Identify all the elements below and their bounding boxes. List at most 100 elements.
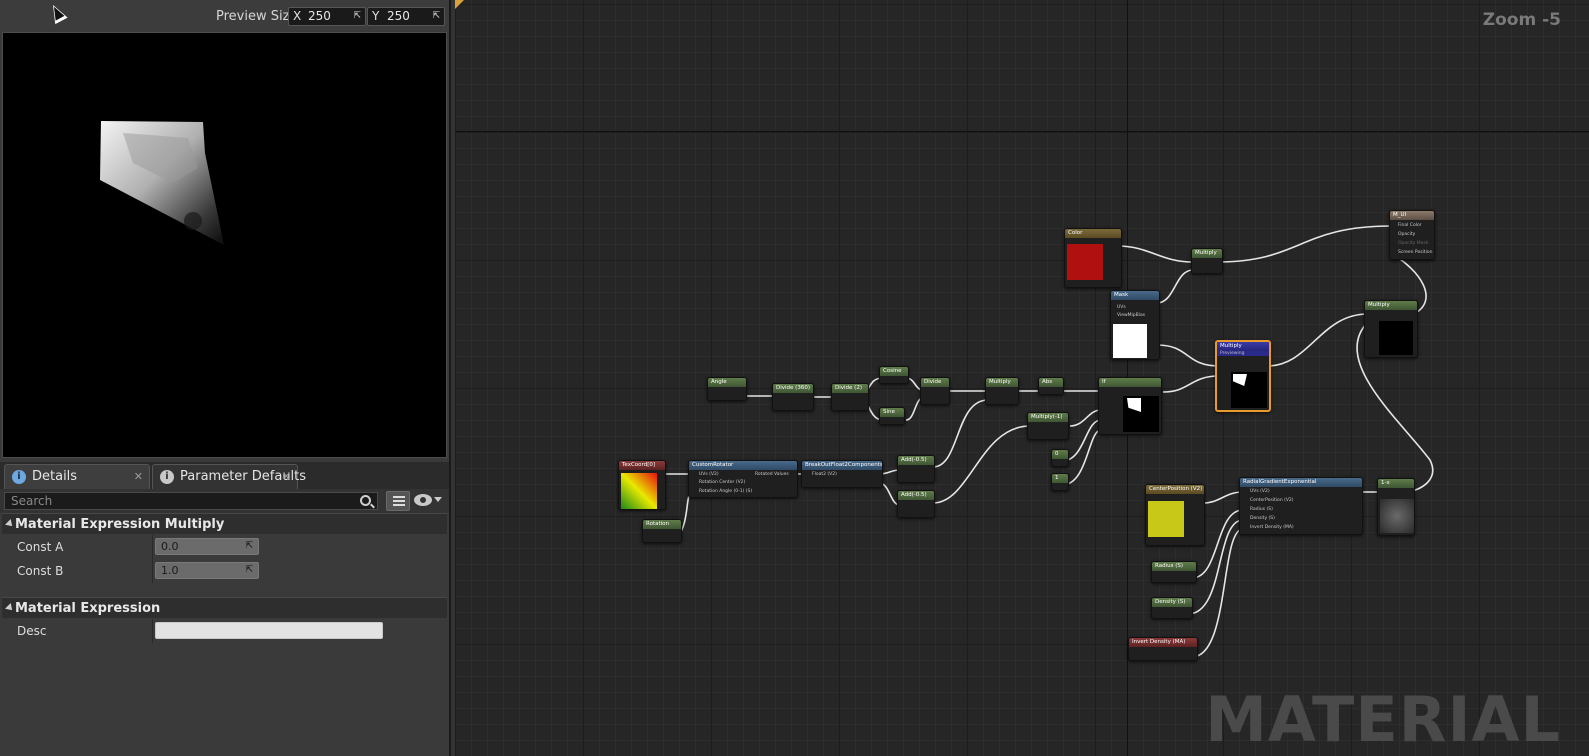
node-multiply-right[interactable]: Multiply xyxy=(1364,300,1418,358)
const-a-value: 0.0 xyxy=(161,540,179,553)
node-abs[interactable]: Abs xyxy=(1038,377,1064,395)
pin-label[interactable]: UVs (V2) xyxy=(699,472,719,477)
pin-label[interactable]: UVs xyxy=(1117,305,1126,310)
node-divide[interactable]: Divide xyxy=(920,377,950,405)
node-breakout-float2[interactable]: BreakOutFloat2Components Float2 (V2) xyxy=(801,460,883,488)
spin-arrows-icon[interactable]: ⇱ xyxy=(353,11,361,21)
pin-opacity[interactable]: Opacity xyxy=(1398,232,1415,237)
material-graph-canvas[interactable] xyxy=(455,0,1589,756)
desc-field[interactable] xyxy=(155,622,383,639)
graph-corner-marker xyxy=(455,0,464,9)
search-row: Search xyxy=(0,489,449,513)
pin-label[interactable]: Density (S) xyxy=(1250,516,1275,521)
pin-label[interactable]: Rotation Center (V2) xyxy=(699,480,745,485)
column-divider[interactable] xyxy=(152,619,153,643)
node-add-b[interactable]: Add(-0.5) xyxy=(897,490,935,518)
preview-size-x-field[interactable]: X 250 ⇱ xyxy=(288,7,366,26)
preview-size-x-value[interactable]: 250 xyxy=(306,9,346,24)
tab-details-label: Details xyxy=(32,469,78,484)
chevron-down-icon[interactable] xyxy=(434,497,442,502)
category-material-expression-multiply[interactable]: Material Expression Multiply xyxy=(2,513,447,534)
node-title: Multiply xyxy=(1217,342,1269,351)
column-divider[interactable] xyxy=(152,559,153,583)
node-rotation[interactable]: Rotation xyxy=(642,519,682,543)
eye-icon[interactable] xyxy=(414,494,432,506)
tab-details[interactable]: i Details ✕ xyxy=(4,464,150,489)
node-center-position[interactable]: CenterPosition (V2) xyxy=(1145,484,1205,546)
node-title: Multiply(-1) xyxy=(1028,413,1068,422)
preview-toolbar: Preview Size X 250 ⇱ Y 250 ⇱ xyxy=(0,0,449,31)
node-custom-rotator[interactable]: CustomRotator UVs (V2) Rotation Center (… xyxy=(688,460,798,498)
node-mask[interactable]: Mask UVs ViewMipBias xyxy=(1110,290,1160,360)
search-icon[interactable] xyxy=(360,495,371,506)
preview-size-label: Preview Size xyxy=(216,9,298,24)
preview-viewport[interactable] xyxy=(2,32,447,458)
column-divider[interactable] xyxy=(152,535,153,559)
x-axis-label: X xyxy=(293,9,302,23)
pin-label[interactable]: Rotated Values xyxy=(755,472,789,477)
node-radial-gradient-exponential[interactable]: RadialGradientExponential UVs (V2) Cente… xyxy=(1239,477,1363,535)
node-title: Multiply xyxy=(1365,301,1417,310)
node-preview xyxy=(1379,321,1413,355)
spin-arrows-icon[interactable]: ⇱ xyxy=(432,11,440,21)
pin-final-color[interactable]: Final Color xyxy=(1398,223,1422,228)
collapse-triangle-icon[interactable] xyxy=(5,519,15,529)
category-material-expression[interactable]: Material Expression xyxy=(2,597,447,618)
node-material-result[interactable]: M_UI Final Color Opacity Opacity Mask Sc… xyxy=(1389,210,1435,260)
pin-opacity-mask[interactable]: Opacity Mask xyxy=(1398,241,1428,246)
pin-label[interactable]: Rotation Angle (0-1) (S) xyxy=(699,489,752,494)
spin-arrows-icon[interactable]: ⇱ xyxy=(245,563,253,578)
node-sine[interactable]: Sine xyxy=(879,407,905,425)
pin-label[interactable]: Float2 (V2) xyxy=(812,472,837,477)
node-invert-density[interactable]: Invert Density (MA) xyxy=(1128,637,1198,661)
collapse-triangle-icon[interactable] xyxy=(5,603,15,613)
node-title: Divide xyxy=(921,378,949,387)
pin-label[interactable]: UVs (V2) xyxy=(1250,489,1270,494)
node-color[interactable]: Color xyxy=(1064,228,1122,288)
node-density[interactable]: Density (S) xyxy=(1151,597,1193,619)
search-input[interactable]: Search xyxy=(4,492,378,510)
view-options-list-button[interactable] xyxy=(386,491,410,511)
y-axis-label: Y xyxy=(372,9,380,23)
node-title: CustomRotator xyxy=(689,461,797,470)
node-constant-1[interactable]: 1 xyxy=(1051,473,1069,491)
node-preview xyxy=(1380,499,1414,533)
pin-label[interactable]: CenterPosition (V2) xyxy=(1250,498,1294,503)
pin-label[interactable]: Radius (S) xyxy=(1250,507,1273,512)
node-title: TexCoord[0] xyxy=(619,461,665,470)
node-multiply-top[interactable]: Multiply xyxy=(1191,248,1223,274)
color-swatch xyxy=(1067,244,1103,280)
close-icon[interactable]: ✕ xyxy=(134,470,143,483)
preview-size-y-field[interactable]: Y 250 ⇱ xyxy=(367,7,445,26)
node-one-minus[interactable]: 1-x xyxy=(1377,478,1415,536)
left-panel: Preview Size X 250 ⇱ Y 250 ⇱ i Details ✕… xyxy=(0,0,449,756)
node-divide-360[interactable]: Divide (360) xyxy=(772,383,814,411)
tab-parameter-defaults[interactable]: i Parameter Defaults ✕ xyxy=(152,464,306,489)
node-title: Invert Density (MA) xyxy=(1129,638,1197,647)
const-b-label: Const B xyxy=(17,564,64,578)
node-multiply-mid[interactable]: Multiply xyxy=(985,377,1019,405)
node-multiply-neg1[interactable]: Multiply(-1) xyxy=(1027,412,1069,440)
close-icon[interactable]: ✕ xyxy=(282,470,291,483)
node-title: Radius (S) xyxy=(1152,562,1196,571)
const-a-field[interactable]: 0.0 ⇱ xyxy=(155,538,259,555)
spin-arrows-icon[interactable]: ⇱ xyxy=(245,539,253,554)
preview-size-y-value[interactable]: 250 xyxy=(385,9,425,24)
node-texcoord[interactable]: TexCoord[0] xyxy=(618,460,666,510)
node-if[interactable]: If xyxy=(1098,377,1162,435)
node-radius[interactable]: Radius (S) xyxy=(1151,561,1197,583)
const-b-field[interactable]: 1.0 ⇱ xyxy=(155,562,259,579)
mouse-cursor-icon xyxy=(46,1,68,25)
pin-label[interactable]: ViewMipBias xyxy=(1117,313,1145,318)
spacer-row xyxy=(2,583,447,595)
property-row-desc: Desc xyxy=(2,619,447,643)
category-label: Material Expression Multiply xyxy=(15,517,225,532)
pin-label[interactable]: Invert Density (MA) xyxy=(1250,525,1294,530)
node-angle[interactable]: Angle xyxy=(707,377,747,401)
node-constant-0[interactable]: 0 xyxy=(1051,449,1069,467)
node-add-a[interactable]: Add(-0.5) xyxy=(897,455,935,483)
node-divide-2[interactable]: Divide (2) xyxy=(831,383,869,411)
pin-screen-position[interactable]: Screen Position xyxy=(1398,250,1432,255)
node-multiply-selected[interactable]: Multiply Previewing xyxy=(1215,340,1271,412)
node-cosine[interactable]: Cosine xyxy=(879,366,909,384)
